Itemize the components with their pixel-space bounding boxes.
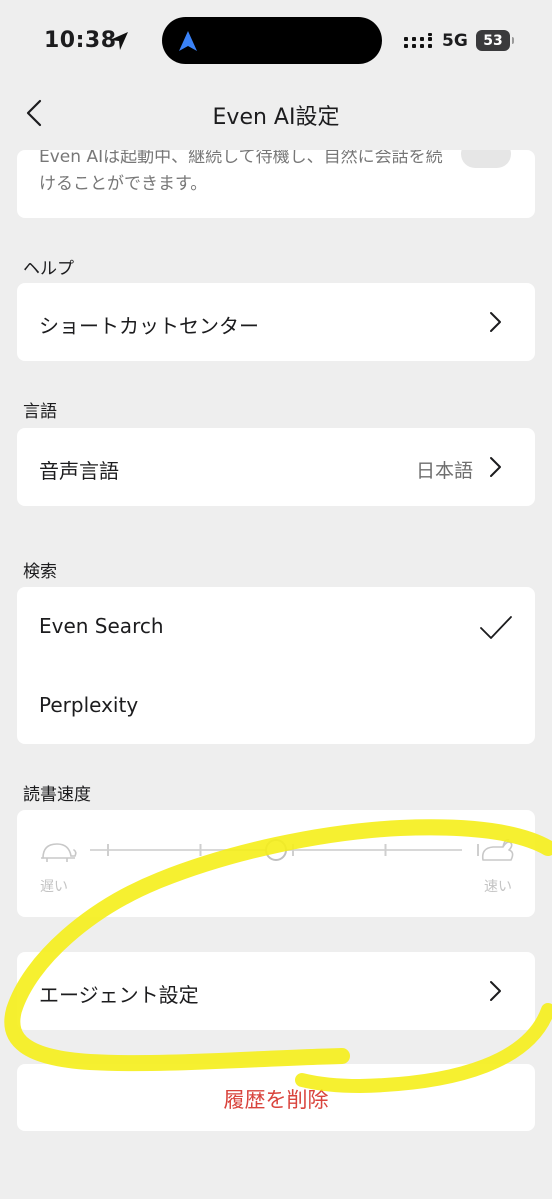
- rabbit-icon: [481, 838, 514, 861]
- slider-knob[interactable]: [265, 839, 287, 861]
- search-option-perplexity[interactable]: Perplexity: [17, 665, 535, 744]
- status-bar: 10:38 5G 53: [0, 0, 552, 84]
- battery-icon: 53: [476, 30, 514, 51]
- chevron-right-icon: [490, 457, 501, 477]
- search-section-title: 検索: [23, 562, 57, 582]
- continuous-conversation-card: Even AIは起動中、継続して待機し、自然に会話を続けることができます。: [17, 150, 535, 218]
- agent-settings-row[interactable]: エージェント設定: [17, 952, 535, 1030]
- fast-label: 速い: [484, 879, 512, 895]
- delete-history-label: 履歴を削除: [223, 1088, 329, 1112]
- chevron-right-icon: [490, 981, 501, 1001]
- chevron-right-icon: [490, 312, 501, 332]
- battery-level: 53: [483, 32, 503, 49]
- reading-speed-section-title: 読書速度: [23, 785, 91, 805]
- agent-settings-label: エージェント設定: [39, 983, 199, 1007]
- navigation-icon: [179, 31, 197, 51]
- reading-speed-slider[interactable]: [17, 810, 535, 916]
- page-title: Even AI設定: [212, 105, 340, 130]
- voice-language-row[interactable]: 音声言語 日本語: [17, 428, 535, 506]
- voice-language-value: 日本語: [415, 460, 473, 482]
- delete-history-button[interactable]: 履歴を削除: [17, 1064, 535, 1131]
- continuous-conversation-description: Even AIは起動中、継続して待機し、自然に会話を続けることができます。: [39, 150, 443, 194]
- continuous-conversation-toggle[interactable]: [461, 150, 511, 168]
- search-option-even-search[interactable]: Even Search: [17, 587, 535, 665]
- network-type: 5G: [442, 31, 468, 51]
- signal-icon: [404, 33, 432, 48]
- status-time: 10:38: [44, 28, 117, 53]
- location-arrow-icon: [110, 32, 128, 50]
- turtle-icon: [41, 843, 77, 862]
- voice-language-label: 音声言語: [39, 459, 119, 483]
- dynamic-island: [162, 17, 382, 64]
- shortcut-center-row[interactable]: ショートカットセンター: [17, 283, 535, 361]
- search-option-label: Perplexity: [39, 693, 139, 717]
- language-section-title: 言語: [23, 402, 57, 422]
- slow-label: 遅い: [40, 879, 68, 895]
- search-option-label: Even Search: [39, 614, 164, 638]
- help-section-title: ヘルプ: [23, 259, 74, 279]
- reading-speed-card: 遅い 速い: [17, 810, 535, 917]
- search-engine-card: Even Search Perplexity: [17, 587, 535, 744]
- checkmark-icon: [480, 616, 512, 639]
- shortcut-center-label: ショートカットセンター: [39, 314, 259, 338]
